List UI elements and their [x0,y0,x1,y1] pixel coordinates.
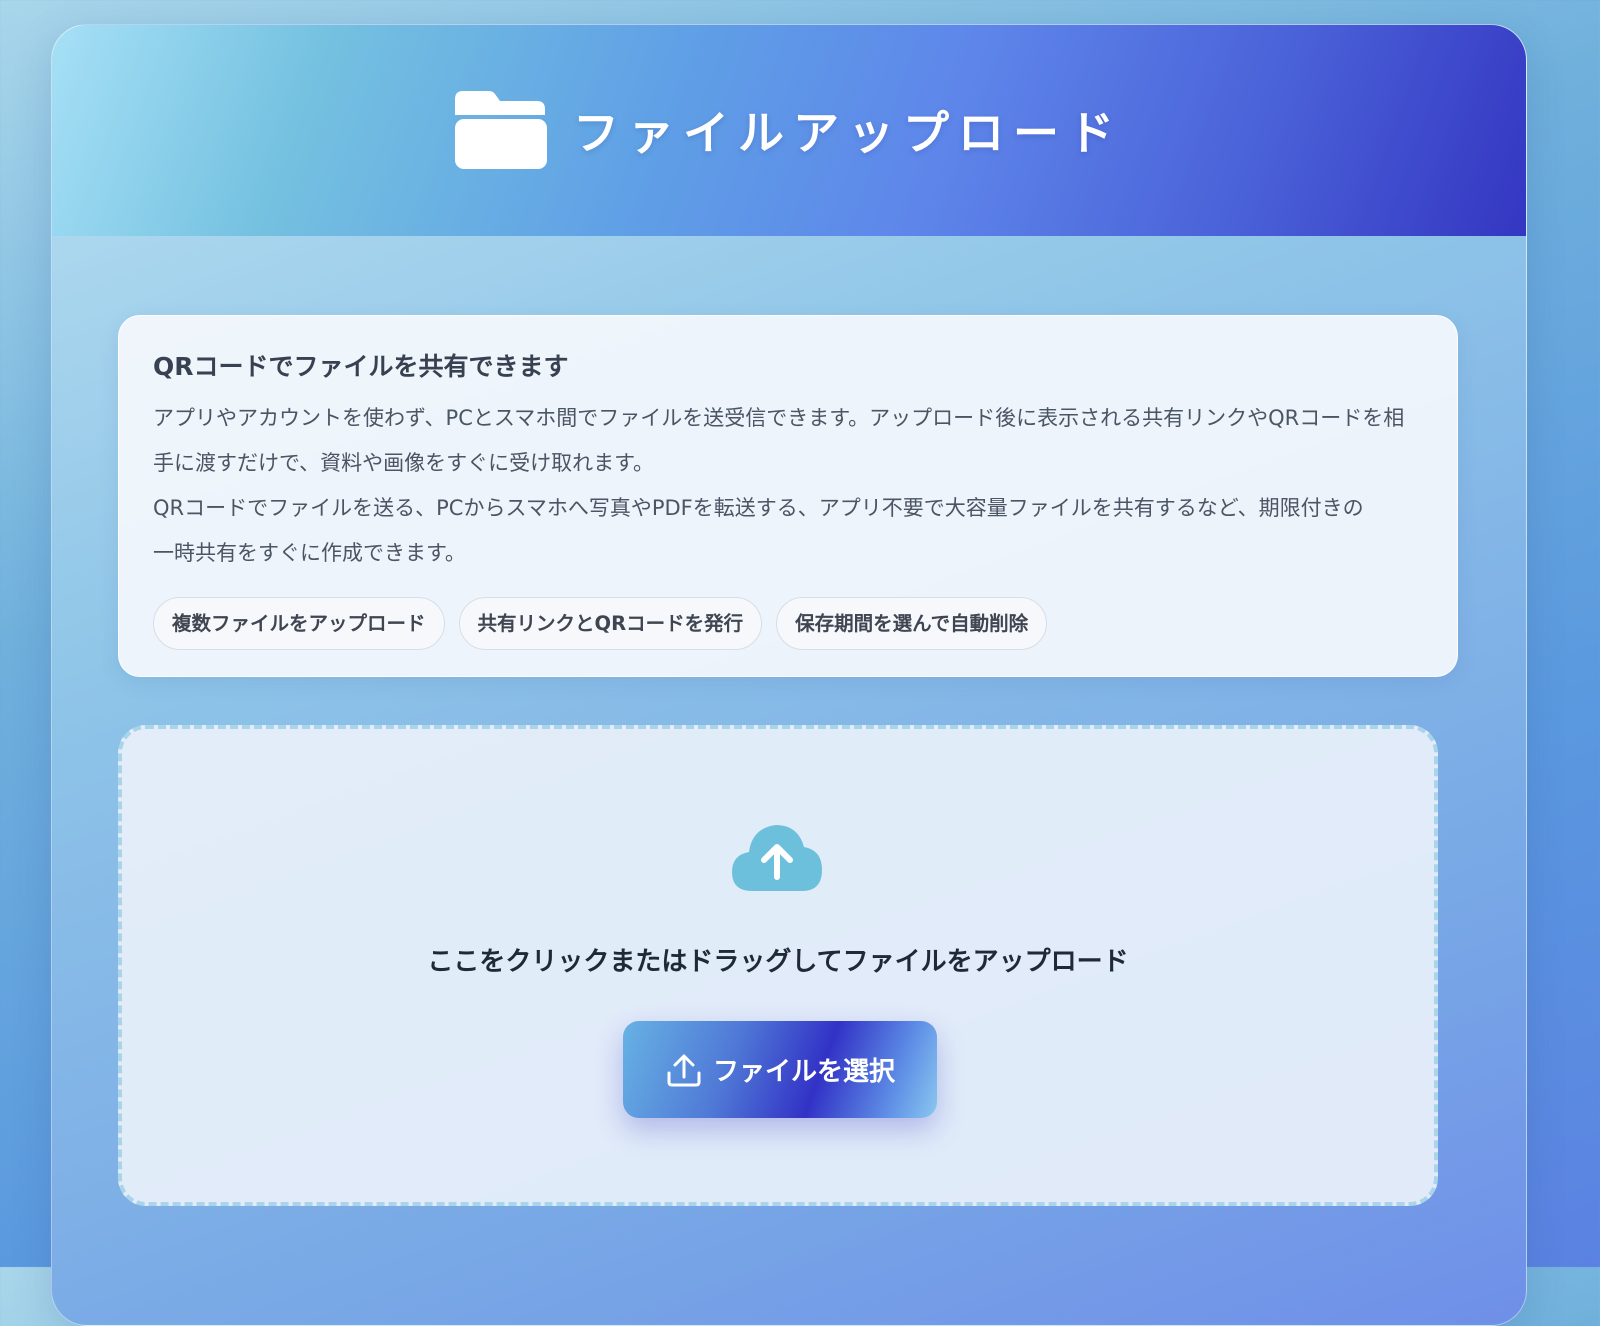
cloud-upload-icon [730,821,824,897]
info-line: QRコードでファイルを送る、PCからスマホへ写真やPDFを転送する、アプリ不要で… [153,496,1364,520]
info-line: 手に渡すだけで、資料や画像をすぐに受け取れます。 [153,451,655,475]
select-file-button[interactable]: ファイルを選択 [623,1021,937,1118]
header: ファイルアップロード [52,25,1526,236]
header-content: ファイルアップロード [455,90,1123,169]
select-file-label: ファイルを選択 [712,1057,895,1087]
drop-instruction: ここをクリックまたはドラッグしてファイルをアップロード [427,947,1129,977]
feature-chip-share-link-qr: 共有リンクとQRコードを発行 [458,597,763,650]
feature-chips: 複数ファイルをアップロード 共有リンクとQRコードを発行 保存期間を選んで自動削… [153,597,1423,650]
upload-card: ファイルアップロード QRコードでファイルを共有できます アプリやアカウントを使… [51,24,1527,1326]
info-description: アプリやアカウントを使わず、PCとスマホ間でファイルを送受信できます。アップロー… [153,396,1423,576]
feature-chip-auto-delete: 保存期間を選んで自動削除 [776,597,1048,650]
folder-icon [455,90,547,169]
page-title: ファイルアップロード [573,105,1123,160]
upload-icon [665,1051,703,1089]
info-title: QRコードでファイルを共有できます [153,352,569,381]
feature-chip-multiple-upload: 複数ファイルをアップロード [153,597,445,650]
info-panel: QRコードでファイルを共有できます アプリやアカウントを使わず、PCとスマホ間で… [118,315,1458,677]
info-line: 一時共有をすぐに作成できます。 [153,541,466,565]
file-drop-zone[interactable]: ここをクリックまたはドラッグしてファイルをアップロード ファイルを選択 [118,725,1438,1206]
info-line: アプリやアカウントを使わず、PCとスマホ間でファイルを送受信できます。アップロー… [153,406,1405,430]
